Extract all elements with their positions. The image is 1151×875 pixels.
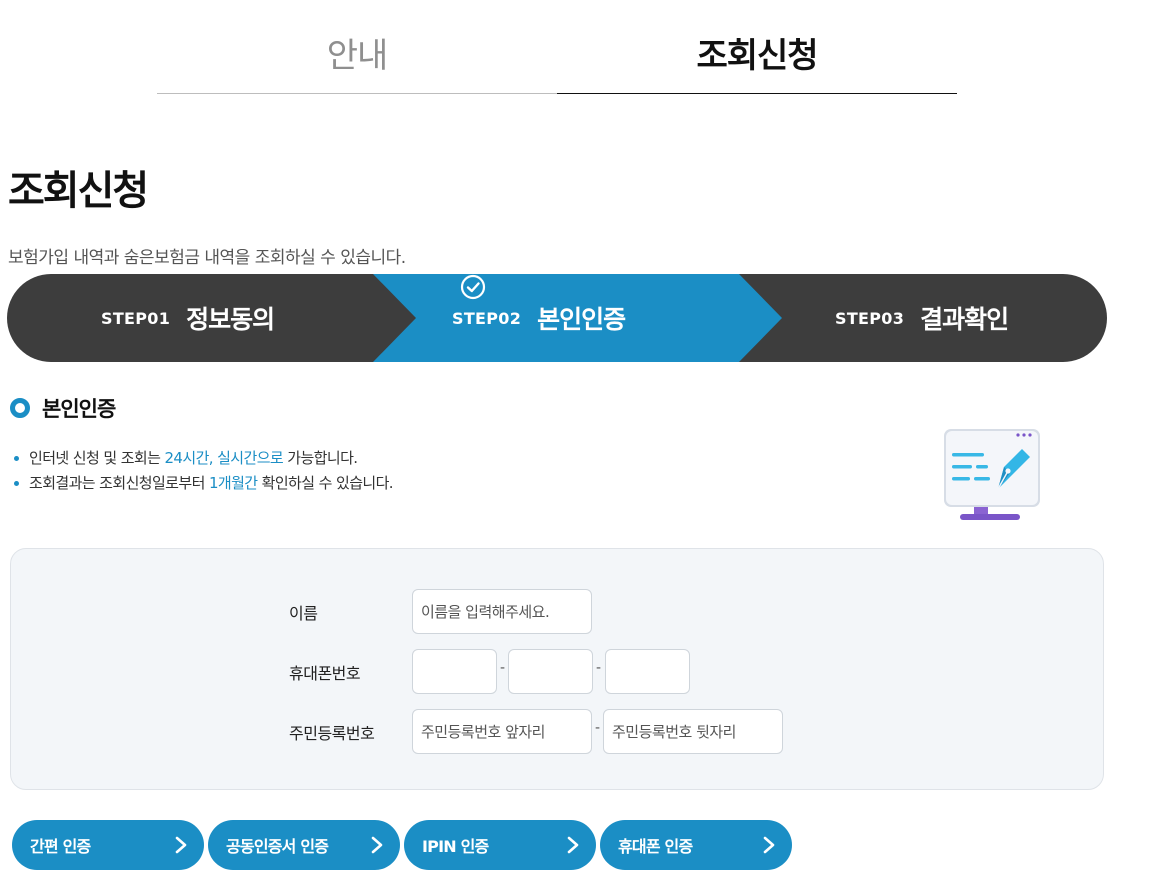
step-3-number: STEP03 — [835, 308, 905, 328]
name-input[interactable] — [412, 589, 592, 634]
notice-item: 조회결과는 조회신청일로부터 1개월간 확인하실 수 있습니다. — [14, 471, 394, 496]
step-1-name: 정보동의 — [186, 305, 275, 334]
phone-auth-label: 휴대폰 인증 — [618, 837, 693, 856]
notice-list: 인터넷 신청 및 조회는 24시간, 실시간으로 가능합니다. 조회결과는 조회… — [14, 446, 394, 496]
rrn-label: 주민등록번호 — [289, 724, 375, 743]
section-title: 본인인증 — [42, 397, 116, 421]
certificate-auth-button[interactable]: 공동인증서 인증 — [208, 820, 400, 870]
chevron-right-icon — [175, 836, 187, 854]
step-1-number: STEP01 — [101, 308, 171, 328]
chevron-right-icon — [763, 836, 775, 854]
chevron-right-icon — [371, 836, 383, 854]
phone-label: 휴대폰번호 — [289, 664, 361, 683]
step-2: STEP02 본인인증 — [452, 274, 626, 362]
step-3: STEP03 결과확인 — [835, 274, 1009, 362]
certificate-auth-label: 공동인증서 인증 — [226, 837, 329, 856]
section-heading: 본인인증 — [10, 393, 116, 423]
page-title: 조회신청 — [8, 168, 149, 214]
phone-separator: - — [596, 660, 602, 676]
notice-item: 인터넷 신청 및 조회는 24시간, 실시간으로 가능합니다. — [14, 446, 393, 471]
bullet-dot-icon — [14, 481, 19, 486]
simple-auth-label: 간편 인증 — [30, 837, 91, 856]
notice-text: 인터넷 신청 및 조회는 24시간, 실시간으로 가능합니다. — [29, 449, 358, 467]
simple-auth-button[interactable]: 간편 인증 — [12, 820, 204, 870]
monitor-pen-icon — [944, 429, 1040, 520]
step-3-name: 결과확인 — [920, 305, 1009, 334]
rrn-front-input[interactable] — [412, 709, 592, 754]
bullet-dot-icon — [14, 456, 19, 461]
step-progress-bar: STEP01 정보동의 STEP02 본인인증 STEP03 결과확인 — [7, 274, 1107, 362]
rrn-back-input[interactable] — [603, 709, 783, 754]
tab-inquiry-request[interactable]: 조회신청 — [557, 30, 957, 94]
page-description: 보험가입 내역과 숨은보험금 내역을 조회하실 수 있습니다. — [8, 248, 406, 268]
ipin-auth-button[interactable]: IPIN 인증 — [404, 820, 596, 870]
tab-bar: 안내 조회신청 — [157, 30, 957, 94]
chevron-right-icon — [567, 836, 579, 854]
phone-separator: - — [500, 660, 506, 676]
phone-last-input[interactable] — [605, 649, 690, 694]
rrn-separator: - — [595, 720, 601, 736]
notice-text: 조회결과는 조회신청일로부터 1개월간 확인하실 수 있습니다. — [29, 474, 394, 492]
phone-first-input[interactable] — [412, 649, 497, 694]
name-label: 이름 — [289, 604, 318, 623]
step-1: STEP01 정보동의 — [101, 274, 275, 362]
ring-bullet-icon — [10, 398, 30, 418]
step-2-name: 본인인증 — [537, 305, 626, 334]
ipin-auth-label: IPIN 인증 — [422, 837, 489, 856]
tab-guide[interactable]: 안내 — [157, 30, 557, 94]
phone-middle-input[interactable] — [508, 649, 593, 694]
phone-auth-button[interactable]: 휴대폰 인증 — [600, 820, 792, 870]
step-2-number: STEP02 — [452, 308, 522, 328]
check-circle-icon — [460, 274, 486, 300]
